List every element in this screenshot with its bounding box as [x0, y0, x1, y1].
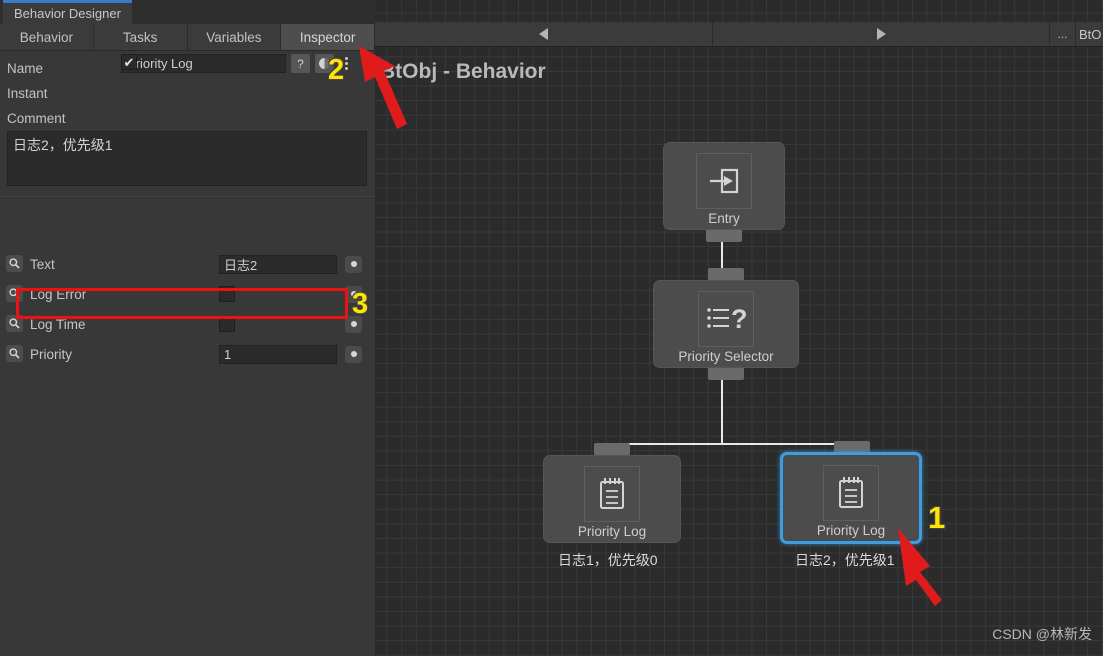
- connection-horizontal-bus: [610, 443, 853, 445]
- log-notepad-icon: [823, 465, 879, 521]
- tab-inspector-label: Inspector: [299, 29, 356, 45]
- name-label: Name: [7, 61, 44, 76]
- section-tab-bar: Behavior Tasks Variables Inspector: [0, 24, 375, 51]
- behavior-tree-canvas[interactable]: ... BtO BtObj - Behavior Entry ? Priorit…: [375, 0, 1103, 656]
- watermark: CSDN @林新发: [992, 626, 1092, 642]
- node-priority-log-0-label: Priority Log: [577, 524, 647, 539]
- annotation-marker-1: 1: [928, 500, 946, 535]
- annotation-arrow-2: [359, 46, 407, 129]
- dot-glyph: [350, 321, 357, 327]
- kebab-dot-3: [344, 67, 348, 70]
- triangle-left-icon: [539, 28, 548, 40]
- property-row-priority: Priority 1: [0, 339, 375, 369]
- tab-variables[interactable]: Variables: [187, 24, 282, 50]
- radio-dot-icon-priority[interactable]: [345, 345, 362, 363]
- inspector-body: Name Priority Log ? Instant ✔ Comment 日志…: [0, 51, 375, 656]
- radio-dot-icon-text[interactable]: [345, 255, 362, 273]
- comment-label: Comment: [7, 111, 66, 126]
- window-tab-strip: Behavior Designer: [0, 0, 375, 24]
- property-label-priority: Priority: [30, 346, 73, 362]
- previous-button[interactable]: [375, 22, 713, 46]
- annotation-marker-2: 2: [328, 54, 345, 86]
- node-priority-log-1-comment: 日志2，优先级1: [795, 552, 895, 568]
- instant-label: Instant: [7, 86, 48, 101]
- comment-row: Comment: [0, 106, 375, 131]
- entry-node-output-stub: [706, 228, 742, 242]
- annotation-highlight-priority: [16, 288, 348, 319]
- selector-node-output-stub: [708, 366, 744, 380]
- node-priority-log-0[interactable]: Priority Log: [543, 455, 681, 543]
- triangle-right-icon: [876, 28, 886, 40]
- overflow-label: ...: [1057, 27, 1068, 41]
- comment-textarea[interactable]: 日志2，优先级1: [7, 131, 367, 186]
- tab-tasks[interactable]: Tasks: [93, 24, 188, 50]
- log-notepad-icon: [584, 466, 640, 522]
- next-button[interactable]: [713, 22, 1050, 46]
- window-tab-label: Behavior Designer: [14, 6, 121, 21]
- entry-arrow-icon: [696, 153, 752, 209]
- tab-variables-label: Variables: [206, 29, 262, 45]
- object-name-button[interactable]: BtO: [1076, 22, 1103, 46]
- node-priority-log-1-label: Priority Log: [816, 523, 886, 538]
- checkmark-icon: ✔: [123, 54, 135, 70]
- section-divider: [0, 196, 375, 198]
- search-icon[interactable]: [6, 345, 23, 362]
- property-label-text: Text: [30, 256, 55, 272]
- tab-behavior[interactable]: Behavior: [0, 24, 94, 50]
- kebab-dot-1: [344, 57, 348, 60]
- instant-checkbox[interactable]: ✔: [121, 54, 137, 70]
- help-icon[interactable]: ?: [291, 54, 310, 73]
- kebab-dot-2: [344, 62, 348, 65]
- comment-value: 日志2，优先级1: [13, 137, 113, 153]
- overflow-button[interactable]: ...: [1050, 22, 1076, 46]
- node-priority-selector[interactable]: ? Priority Selector: [653, 280, 799, 368]
- property-value-text: 日志2: [224, 257, 258, 273]
- priority-selector-icon: ?: [698, 291, 754, 347]
- property-row-text: Text 日志2: [0, 249, 375, 279]
- tab-tasks-label: Tasks: [122, 29, 158, 45]
- window-tab-behavior-designer[interactable]: Behavior Designer: [3, 0, 132, 24]
- node-priority-selector-label: Priority Selector: [678, 349, 774, 364]
- object-name-label: BtO: [1079, 26, 1102, 42]
- graph-toolbar: ... BtO: [375, 22, 1103, 47]
- search-icon[interactable]: [6, 255, 23, 272]
- node-entry-label: Entry: [708, 211, 740, 226]
- property-input-text[interactable]: 日志2: [219, 254, 337, 274]
- dot-glyph: [350, 351, 357, 357]
- inspector-panel: Behavior Designer Behavior Tasks Variabl…: [0, 0, 375, 656]
- dot-glyph: [350, 261, 357, 267]
- name-input[interactable]: Priority Log: [121, 54, 286, 73]
- instant-row: Instant: [0, 81, 375, 106]
- node-priority-log-0-comment: 日志1，优先级0: [558, 552, 658, 568]
- app-root: Behavior Designer Behavior Tasks Variabl…: [0, 0, 1103, 656]
- help-icon-glyph: ?: [297, 56, 304, 71]
- property-value-priority: 1: [224, 346, 232, 362]
- annotation-marker-3: 3: [352, 288, 369, 320]
- tab-behavior-label: Behavior: [19, 29, 74, 45]
- svg-text:?: ?: [731, 304, 746, 334]
- node-entry[interactable]: Entry: [663, 142, 785, 230]
- property-input-priority[interactable]: 1: [219, 344, 337, 364]
